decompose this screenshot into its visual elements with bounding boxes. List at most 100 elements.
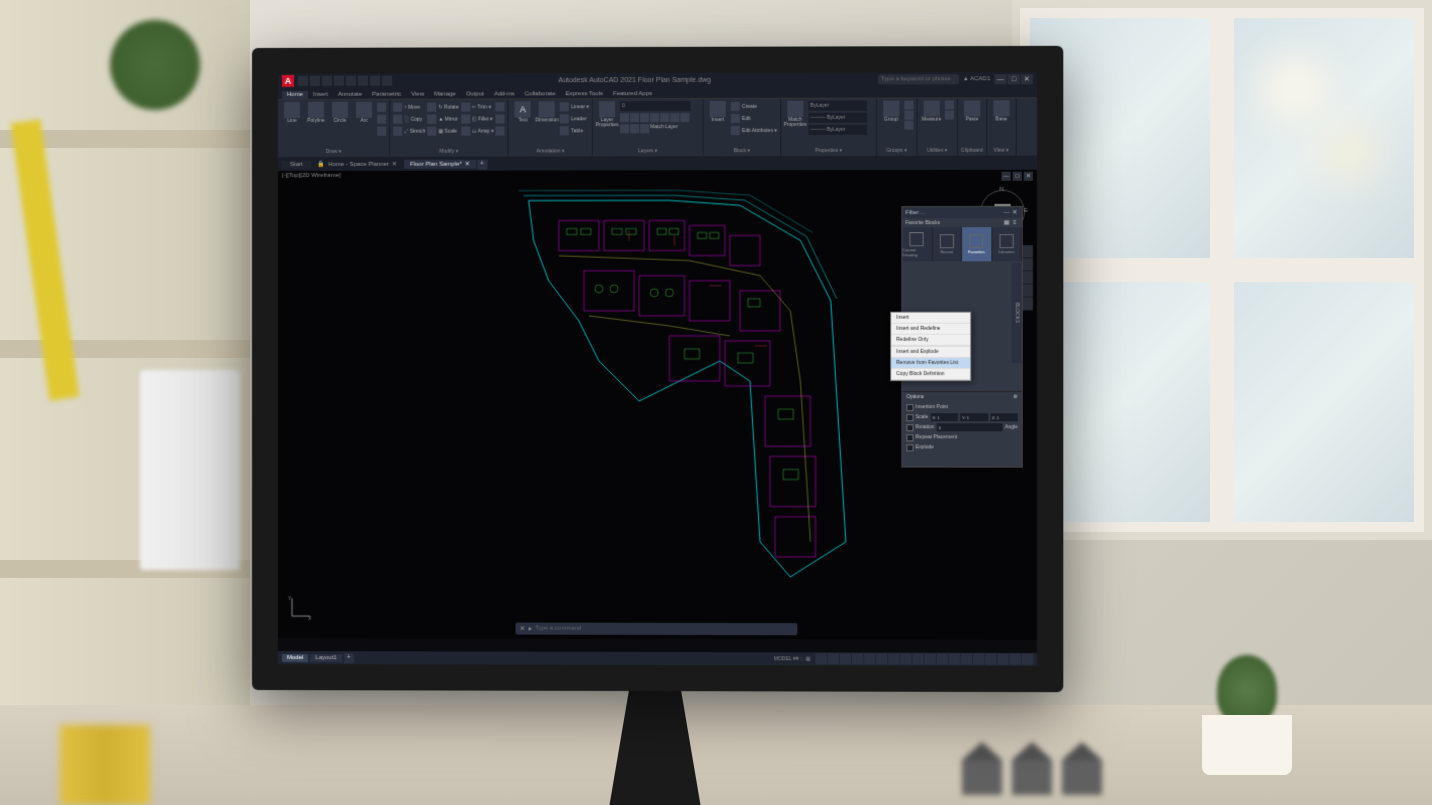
ribbon-tab-home[interactable]: Home (282, 91, 308, 99)
group-button[interactable]: Group (880, 101, 902, 123)
login-menu[interactable]: ▲ ACAD1 (963, 76, 991, 82)
layer-properties[interactable]: Layer Properties (596, 101, 618, 128)
ctx-redefine-only[interactable]: Redefine Only (891, 335, 970, 346)
grp-2[interactable] (904, 111, 913, 120)
annot-linear[interactable]: Linear ▾ (560, 101, 589, 112)
close-button[interactable]: ✕ (1021, 74, 1033, 84)
layout-tab-layout1[interactable]: Layout1 (310, 654, 341, 662)
vp-min[interactable]: — (1002, 172, 1011, 181)
layer-btn-10[interactable] (640, 124, 649, 133)
ribbon-tab-manage[interactable]: Manage (429, 91, 461, 99)
cmdline-close-icon[interactable]: ✕ (520, 625, 526, 633)
app-logo[interactable]: A (282, 75, 294, 87)
draw-arc-button[interactable]: Arc (353, 102, 375, 124)
ribbon-tab-collaborate[interactable]: Collaborate (520, 90, 561, 98)
qat-saveas[interactable] (334, 76, 344, 86)
ctx-remove-favorites[interactable]: Remove from Favorites List (891, 358, 970, 369)
annot-leader[interactable]: Leader (560, 113, 589, 124)
modify-rotate[interactable]: ↻ Rotate (427, 102, 458, 113)
panel-title-layers[interactable]: Layers ▾ (596, 147, 700, 154)
qat-new[interactable] (298, 76, 308, 86)
command-line[interactable]: ✕ ▸ Type a command (516, 623, 798, 636)
scale-z[interactable]: Z: 1 (990, 413, 1018, 421)
close-icon[interactable]: ✕ (465, 161, 470, 168)
maximize-button[interactable]: □ (1008, 74, 1020, 84)
qat-undo[interactable] (370, 76, 380, 86)
gear-icon[interactable]: ⚙ (1013, 394, 1018, 400)
annot-dimension[interactable]: Dimension (536, 101, 558, 123)
panel-title-draw[interactable]: Draw ▾ (281, 148, 386, 155)
sb-transparency[interactable] (900, 654, 911, 665)
cmdline-chevron-icon[interactable]: ▸ (528, 625, 532, 633)
modify-extra-3[interactable] (496, 125, 505, 136)
block-edit[interactable]: Edit (731, 113, 777, 124)
sb-cycling[interactable] (912, 654, 923, 665)
prop-lineweight[interactable]: ——— ByLayer (808, 113, 867, 123)
measure-button[interactable]: Measure (920, 100, 942, 122)
prop-linetype[interactable]: ——— ByLayer (808, 125, 867, 135)
layer-btn-6[interactable] (670, 113, 679, 122)
cmdline-input[interactable]: Type a command (535, 626, 793, 633)
scale-y[interactable]: Y: 1 (960, 413, 988, 421)
chk-scale[interactable] (906, 414, 913, 421)
modify-scale[interactable]: ▦ Scale (427, 126, 458, 137)
base-view-button[interactable]: Base (990, 100, 1012, 122)
viewport-label[interactable]: [-][Top][2D Wireframe] (282, 173, 341, 179)
blocks-tab-favorites[interactable]: Favorites (962, 227, 992, 261)
ctx-insert-explode[interactable]: Insert and Explode (891, 347, 970, 358)
blocks-breadcrumb[interactable]: Favorite Blocks (905, 220, 940, 226)
layer-btn-4[interactable] (650, 113, 659, 122)
ctx-insert[interactable]: Insert (891, 313, 970, 324)
doc-tab-1[interactable]: Floor Plan Sample* ✕ (404, 160, 476, 169)
layer-btn-5[interactable] (660, 113, 669, 122)
modify-stretch[interactable]: ⤢ Stretch (393, 126, 425, 137)
ribbon-tab-insert[interactable]: Insert (308, 91, 333, 99)
doc-tab-0[interactable]: 🔒 Home - Space Planner ✕ (312, 160, 403, 169)
layer-btn-9[interactable] (630, 124, 639, 133)
vp-close[interactable]: ✕ (1024, 172, 1033, 181)
panel-title-utilities[interactable]: Utilities ▾ (920, 147, 953, 154)
ctx-copy-blockdef[interactable]: Copy Block Definition (891, 369, 970, 380)
modify-fillet[interactable]: ◰ Fillet ▾ (461, 113, 494, 124)
modify-mirror[interactable]: ▲ Mirror (427, 114, 458, 125)
layout-add-button[interactable]: + (344, 653, 354, 663)
view-list-icon[interactable]: ≡ (1011, 219, 1019, 227)
chk-rotation[interactable] (906, 424, 913, 431)
ribbon-tab-view[interactable]: View (406, 91, 429, 99)
close-icon[interactable]: ✕ (392, 161, 397, 168)
chk-repeat[interactable] (906, 434, 913, 441)
match-properties[interactable]: Match Properties (784, 101, 806, 128)
sb-ortho[interactable] (840, 653, 851, 664)
blocks-tab-current[interactable]: Current Drawing (902, 227, 932, 261)
new-tab-button[interactable]: + (477, 159, 487, 169)
chk-insertion-point[interactable] (906, 404, 913, 411)
sb-annomon[interactable] (949, 654, 960, 665)
panel-title-groups[interactable]: Groups ▾ (880, 147, 913, 154)
sb-isolate[interactable] (985, 654, 996, 665)
sb-workspace[interactable] (937, 654, 948, 665)
draw-polyline-button[interactable]: Polyline (305, 102, 327, 124)
panel-close-icon[interactable]: ✕ (1011, 208, 1019, 216)
ribbon-tab-express[interactable]: Express Tools (560, 90, 608, 98)
draw-circle-button[interactable]: Circle (329, 102, 351, 124)
ribbon-tab-annotate[interactable]: Annotate (333, 91, 367, 99)
layer-btn-3[interactable] (640, 113, 649, 122)
draw-misc-3[interactable] (377, 126, 386, 137)
sb-otrack[interactable] (876, 653, 887, 664)
layer-btn-8[interactable] (620, 124, 629, 133)
rotation-val[interactable]: 0 (936, 423, 1002, 431)
chk-explode[interactable] (906, 444, 913, 451)
qat-open[interactable] (310, 76, 320, 86)
sb-osnap[interactable] (864, 653, 875, 664)
ribbon-tab-addins[interactable]: Add-ins (489, 90, 519, 98)
start-tab[interactable]: Start (282, 160, 311, 168)
viewcube-e[interactable]: E (1024, 208, 1028, 214)
drawing-area[interactable]: [-][Top][2D Wireframe] — □ ✕ TOP N E S W (278, 170, 1037, 640)
qat-plot[interactable] (358, 76, 368, 86)
draw-misc-2[interactable] (377, 114, 386, 125)
layer-combo[interactable]: 0 (620, 101, 690, 111)
panel-title-block[interactable]: Block ▾ (707, 147, 777, 154)
layer-match[interactable]: Match Layer (650, 124, 678, 133)
layer-btn-2[interactable] (630, 113, 639, 122)
layer-btn-7[interactable] (680, 113, 689, 122)
